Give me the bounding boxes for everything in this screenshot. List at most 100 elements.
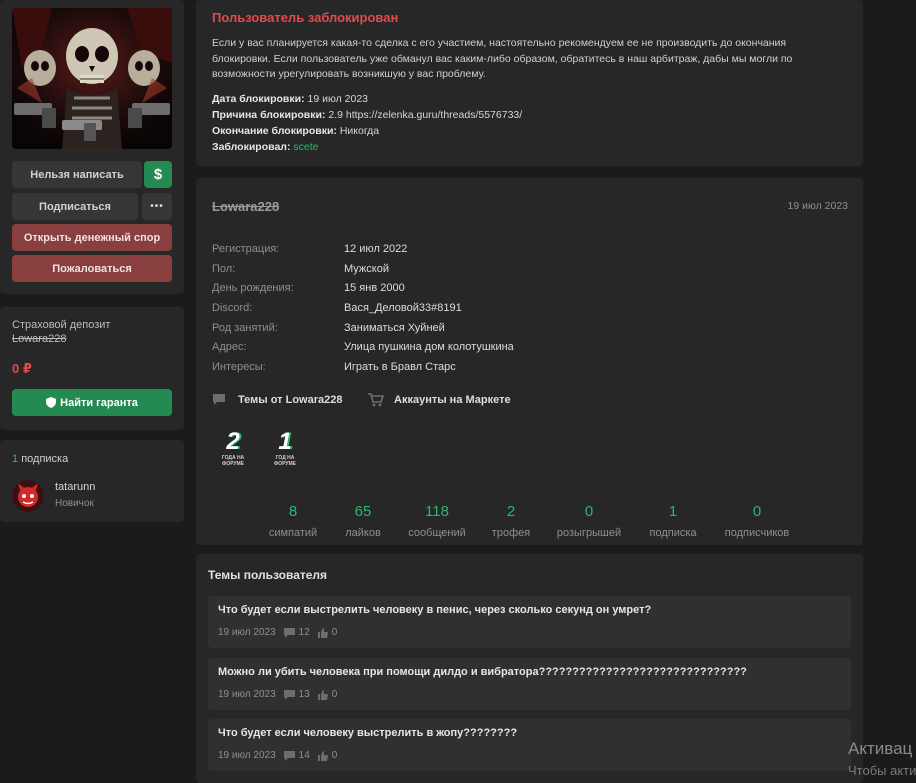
like-icon [317, 689, 328, 700]
thread-meta: 19 июл 2023 13 0 [218, 689, 337, 700]
stat-trophies[interactable]: 2 трофея [466, 503, 556, 539]
subscriber-rank: Новичок [55, 498, 94, 509]
ban-end-label: Окончание блокировки: [212, 125, 337, 137]
open-dispute-button[interactable]: Открыть денежный спор [12, 224, 172, 251]
badge-caption: ГОД НА ФОРУМЕ [273, 455, 297, 467]
thread-meta: 19 июл 2023 14 0 [218, 750, 337, 761]
thread-date: 19 июл 2023 [218, 750, 276, 761]
user-avatar[interactable] [12, 8, 172, 149]
ban-reason-label: Причина блокировки: [212, 109, 326, 121]
info-value: Улица пушкина дом колотушкина [344, 341, 514, 353]
thread-item[interactable]: Можно ли убить человека при помощи дилдо… [208, 658, 851, 710]
info-value: 12 июл 2022 [344, 243, 408, 255]
info-value: Заниматься Хуйней [344, 322, 445, 334]
threads-heading: Темы пользователя [208, 568, 328, 582]
ban-by-user-link[interactable]: scete [293, 141, 318, 153]
like-icon [317, 750, 328, 761]
thread-replies: 13 [298, 689, 310, 700]
deposit-amount: 0 ₽ [12, 361, 32, 376]
badge-caption: ГОДА НА ФОРУМЕ [221, 455, 245, 467]
activation-watermark-title: Активац [848, 739, 913, 758]
stat-number: 0 [752, 503, 762, 520]
market-accounts-label: Аккаунты на Маркете [394, 394, 511, 406]
info-row-birthday: День рождения: 15 янв 2000 [212, 282, 812, 296]
subscriptions-label: подписка [21, 453, 69, 465]
ban-end-value: Никогда [339, 125, 380, 137]
subscribe-button[interactable]: Подписаться [12, 193, 138, 220]
info-row-registration: Регистрация: 12 июл 2022 [212, 243, 812, 257]
one-year-badge[interactable]: 1 ГОД НА ФОРУМЕ [270, 429, 300, 469]
thread-likes: 0 [331, 750, 338, 761]
ban-date-label: Дата блокировки: [212, 93, 305, 105]
ban-reason-value: 2.9 https://zelenka.guru/threads/5576733… [328, 109, 523, 121]
deposit-username[interactable]: Lowara228 [12, 333, 66, 345]
info-value: Играть в Бравл Старс [344, 361, 456, 373]
more-options-button[interactable]: ••• [142, 193, 172, 220]
thread-title[interactable]: Что будет если выстрелить человеку в пен… [218, 604, 651, 616]
badge-number: 2 [226, 428, 240, 455]
subscriptions-card: 1 подписка tatarunn Новичок [0, 440, 184, 522]
info-label: Адрес: [212, 341, 247, 353]
insurance-deposit-card: Страховой депозит Lowara228 0 ₽ Найти га… [0, 307, 184, 430]
ban-description: Если у вас планируется какая-то сделка с… [212, 37, 793, 80]
user-threads-label: Темы от Lowara228 [238, 393, 343, 406]
info-label: Род занятий: [212, 322, 278, 334]
stat-giveaways[interactable]: 0 розыгрышей [544, 503, 634, 539]
find-guarantor-button[interactable]: Найти гаранта [12, 389, 172, 416]
info-row-interests: Интересы: Играть в Бравл Старс [212, 361, 812, 375]
stat-number: 0 [584, 503, 594, 520]
ban-reason-row: Причина блокировки: 2.9 https://zelenka.… [212, 109, 522, 121]
subscriber-avatar[interactable] [12, 480, 44, 512]
like-icon [317, 627, 328, 638]
info-label: Регистрация: [212, 243, 280, 255]
ban-title: Пользователь заблокирован [212, 10, 399, 25]
subscriptions-heading[interactable]: 1 подписка [12, 453, 68, 465]
dollar-icon[interactable]: $ [144, 161, 172, 188]
cart-icon [368, 393, 384, 407]
shield-icon [46, 397, 57, 408]
ban-notice-card: Пользователь заблокирован Если у вас пла… [196, 0, 863, 166]
activation-watermark-text: Чтобы акти [848, 763, 916, 778]
info-label: Discord: [212, 302, 253, 314]
two-years-badge[interactable]: 2 ГОДА НА ФОРУМЕ [215, 429, 251, 469]
info-label: День рождения: [212, 282, 294, 294]
thread-likes: 0 [331, 627, 338, 638]
stat-caption: розыгрышей [556, 527, 622, 539]
thread-date: 19 июл 2023 [218, 627, 276, 638]
comment-icon [283, 689, 295, 700]
complain-button[interactable]: Пожаловаться [12, 255, 172, 282]
info-value: Вася_Деловой33#8191 [344, 302, 462, 314]
comment-icon [283, 750, 295, 761]
subscriptions-count: 1 [12, 453, 19, 465]
profile-username: Lowara228 [212, 199, 280, 214]
info-row-gender: Пол: Мужской [212, 263, 812, 277]
thread-item[interactable]: Что будет если человеку выстрелить в жоп… [208, 719, 851, 771]
market-accounts-link[interactable]: Аккаунты на Маркете [368, 393, 511, 407]
complain-label: Пожаловаться [52, 262, 132, 275]
thread-replies: 12 [298, 627, 310, 638]
subscriber-name[interactable]: tatarunn [55, 481, 95, 493]
thread-item[interactable]: Что будет если выстрелить человеку в пен… [208, 596, 851, 648]
ban-by-row: Заблокировал: scete [212, 141, 318, 153]
info-value: Мужской [344, 263, 389, 275]
badge-number: 1 [278, 428, 292, 455]
stat-subscriptions[interactable]: 1 подписка [628, 503, 718, 539]
info-row-occupation: Род занятий: Заниматься Хуйней [212, 322, 812, 336]
user-threads-link[interactable]: Темы от Lowara228 [212, 393, 342, 406]
ban-by-label: Заблокировал: [212, 141, 291, 153]
thread-date: 19 июл 2023 [218, 689, 276, 700]
stat-subscribers[interactable]: 0 подписчиков [712, 503, 802, 539]
cant-write-button[interactable]: Нельзя написать [12, 161, 142, 188]
thread-replies: 14 [298, 750, 310, 761]
info-value: 15 янв 2000 [344, 282, 405, 294]
thread-likes: 0 [331, 689, 338, 700]
thread-title[interactable]: Можно ли убить человека при помощи дилдо… [218, 666, 747, 678]
info-label: Пол: [212, 263, 236, 275]
thread-title[interactable]: Что будет если человеку выстрелить в жоп… [218, 727, 517, 739]
stat-caption: подписка [649, 527, 697, 539]
cant-write-label: Нельзя написать [30, 168, 124, 181]
profile-sidebar-card: Нельзя написать $ Подписаться ••• Открыт… [0, 0, 184, 294]
ban-date-value: 19 июл 2023 [307, 93, 369, 105]
thread-meta: 19 июл 2023 12 0 [218, 627, 337, 638]
info-label: Интересы: [212, 361, 266, 373]
